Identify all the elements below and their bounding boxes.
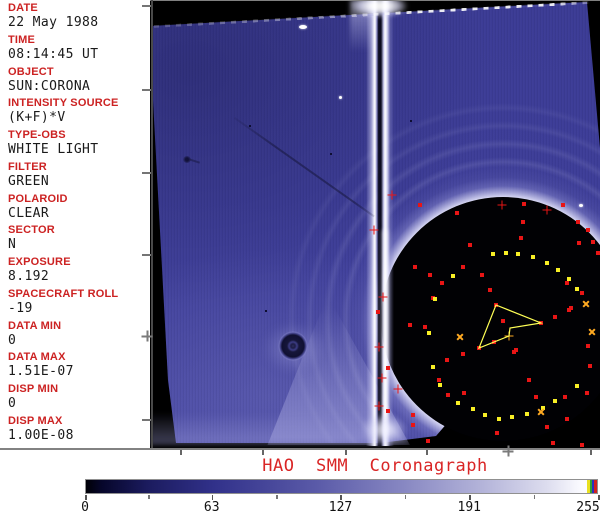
- metadata-label: TIME: [8, 33, 36, 46]
- metadata-field: DATE 22 May 1988: [8, 3, 150, 35]
- metadata-label: POLAROID: [8, 192, 68, 205]
- metadata-label: DISP MAX: [8, 414, 63, 427]
- metadata-field: POLAROID CLEAR: [8, 192, 150, 226]
- metadata-field: DISP MIN 0: [8, 384, 150, 416]
- colorbar-gradient: [85, 479, 598, 494]
- metadata-value: N: [8, 237, 17, 253]
- metadata-field: FILTER GREEN: [8, 160, 150, 194]
- colorbar-minor-tick: [533, 495, 536, 499]
- metadata-field: INTENSITY SOURCE (K+F)*V: [8, 98, 150, 130]
- bottom-axis-tick: [590, 449, 592, 455]
- metadata-value: GREEN: [8, 173, 50, 189]
- metadata-value: 0: [8, 332, 17, 348]
- colorbar-minor-tick: [148, 495, 150, 499]
- plot-top-border: [150, 0, 600, 1]
- metadata-label: INTENSITY SOURCE: [8, 97, 119, 110]
- metadata-field: TYPE-OBS WHITE LIGHT: [8, 130, 150, 162]
- colorbar-tick-label: 63: [203, 500, 220, 512]
- colorbar-tick-label: 191: [457, 500, 481, 512]
- colorbar-tick-label: 127: [328, 500, 353, 512]
- metadata-label: TYPE-OBS: [8, 129, 66, 141]
- metadata-field: SPACECRAFT ROLL -19: [8, 287, 150, 321]
- metadata-value: 08:14:45 UT: [8, 46, 99, 62]
- bottom-axis-tick: [345, 449, 347, 455]
- metadata-field: EXPOSURE 8.192: [8, 257, 150, 289]
- metadata-label: DATE: [8, 2, 38, 14]
- metadata-label: EXPOSURE: [8, 256, 71, 268]
- metadata-label: FILTER: [8, 160, 47, 173]
- left-axis-tick: [142, 419, 151, 421]
- metadata-label: DATA MIN: [8, 319, 62, 332]
- colorbar-minor-tick: [404, 495, 407, 499]
- metadata-field: TIME 08:14:45 UT: [8, 33, 150, 67]
- metadata-panel: DATE 22 May 1988 TIME 08:14:45 UT OBJECT SUN:…: [0, 0, 150, 448]
- bottom-axis-plus: [502, 445, 514, 457]
- metadata-label: DATA MAX: [8, 351, 66, 364]
- bottom-axis-tick: [262, 449, 264, 455]
- left-axis-tick: [142, 254, 151, 256]
- metadata-value: CLEAR: [8, 205, 50, 221]
- bottom-axis-tick: [180, 449, 182, 455]
- annotation-overlay: [477, 304, 544, 350]
- metadata-label: DISP MIN: [8, 383, 59, 395]
- colorbar-tick-label: 0: [81, 500, 89, 512]
- left-axis-tick: [142, 89, 151, 91]
- metadata-label: SPACECRAFT ROLL: [8, 287, 119, 300]
- colorbar-minor-tick: [276, 495, 278, 499]
- left-axis-plus: [141, 330, 153, 342]
- plot-left-border: [151, 0, 153, 448]
- metadata-value: 22 May 1988: [8, 15, 99, 30]
- aiming-polygon: [477, 304, 544, 350]
- metadata-field: DATA MAX 1.51E-07: [8, 352, 150, 384]
- metadata-value: SUN:CORONA: [8, 78, 91, 94]
- metadata-field: OBJECT SUN:CORONA: [8, 65, 150, 99]
- colorbar-stripe: [594, 480, 597, 493]
- metadata-label: OBJECT: [8, 65, 54, 78]
- metadata-field: DISP MAX 1.00E-08: [8, 414, 150, 448]
- smm-coronagraph-viewer: { "sidebar": { "fields": [ {"label": "DA…: [0, 0, 600, 512]
- metadata-value: (K+F)*V: [8, 110, 66, 126]
- metadata-value: 0: [8, 396, 17, 411]
- coronagraph-image[interactable]: [150, 0, 600, 448]
- metadata-field: DATA MIN 0: [8, 319, 150, 353]
- metadata-value: WHITE LIGHT: [8, 142, 99, 157]
- metadata-field: SECTOR N: [8, 225, 150, 257]
- left-axis-tick: [142, 5, 151, 7]
- metadata-label: SECTOR: [8, 224, 55, 237]
- metadata-value: 1.00E-08: [8, 427, 74, 443]
- metadata-value: -19: [8, 300, 33, 316]
- metadata-value: 1.51E-07: [8, 364, 74, 380]
- colorbar-tick-label: 255: [576, 500, 600, 512]
- left-axis-tick: [142, 172, 151, 174]
- bottom-axis-tick: [426, 449, 428, 455]
- metadata-value: 8.192: [8, 269, 50, 284]
- image-title: HAO SMM Coronagraph: [262, 456, 488, 476]
